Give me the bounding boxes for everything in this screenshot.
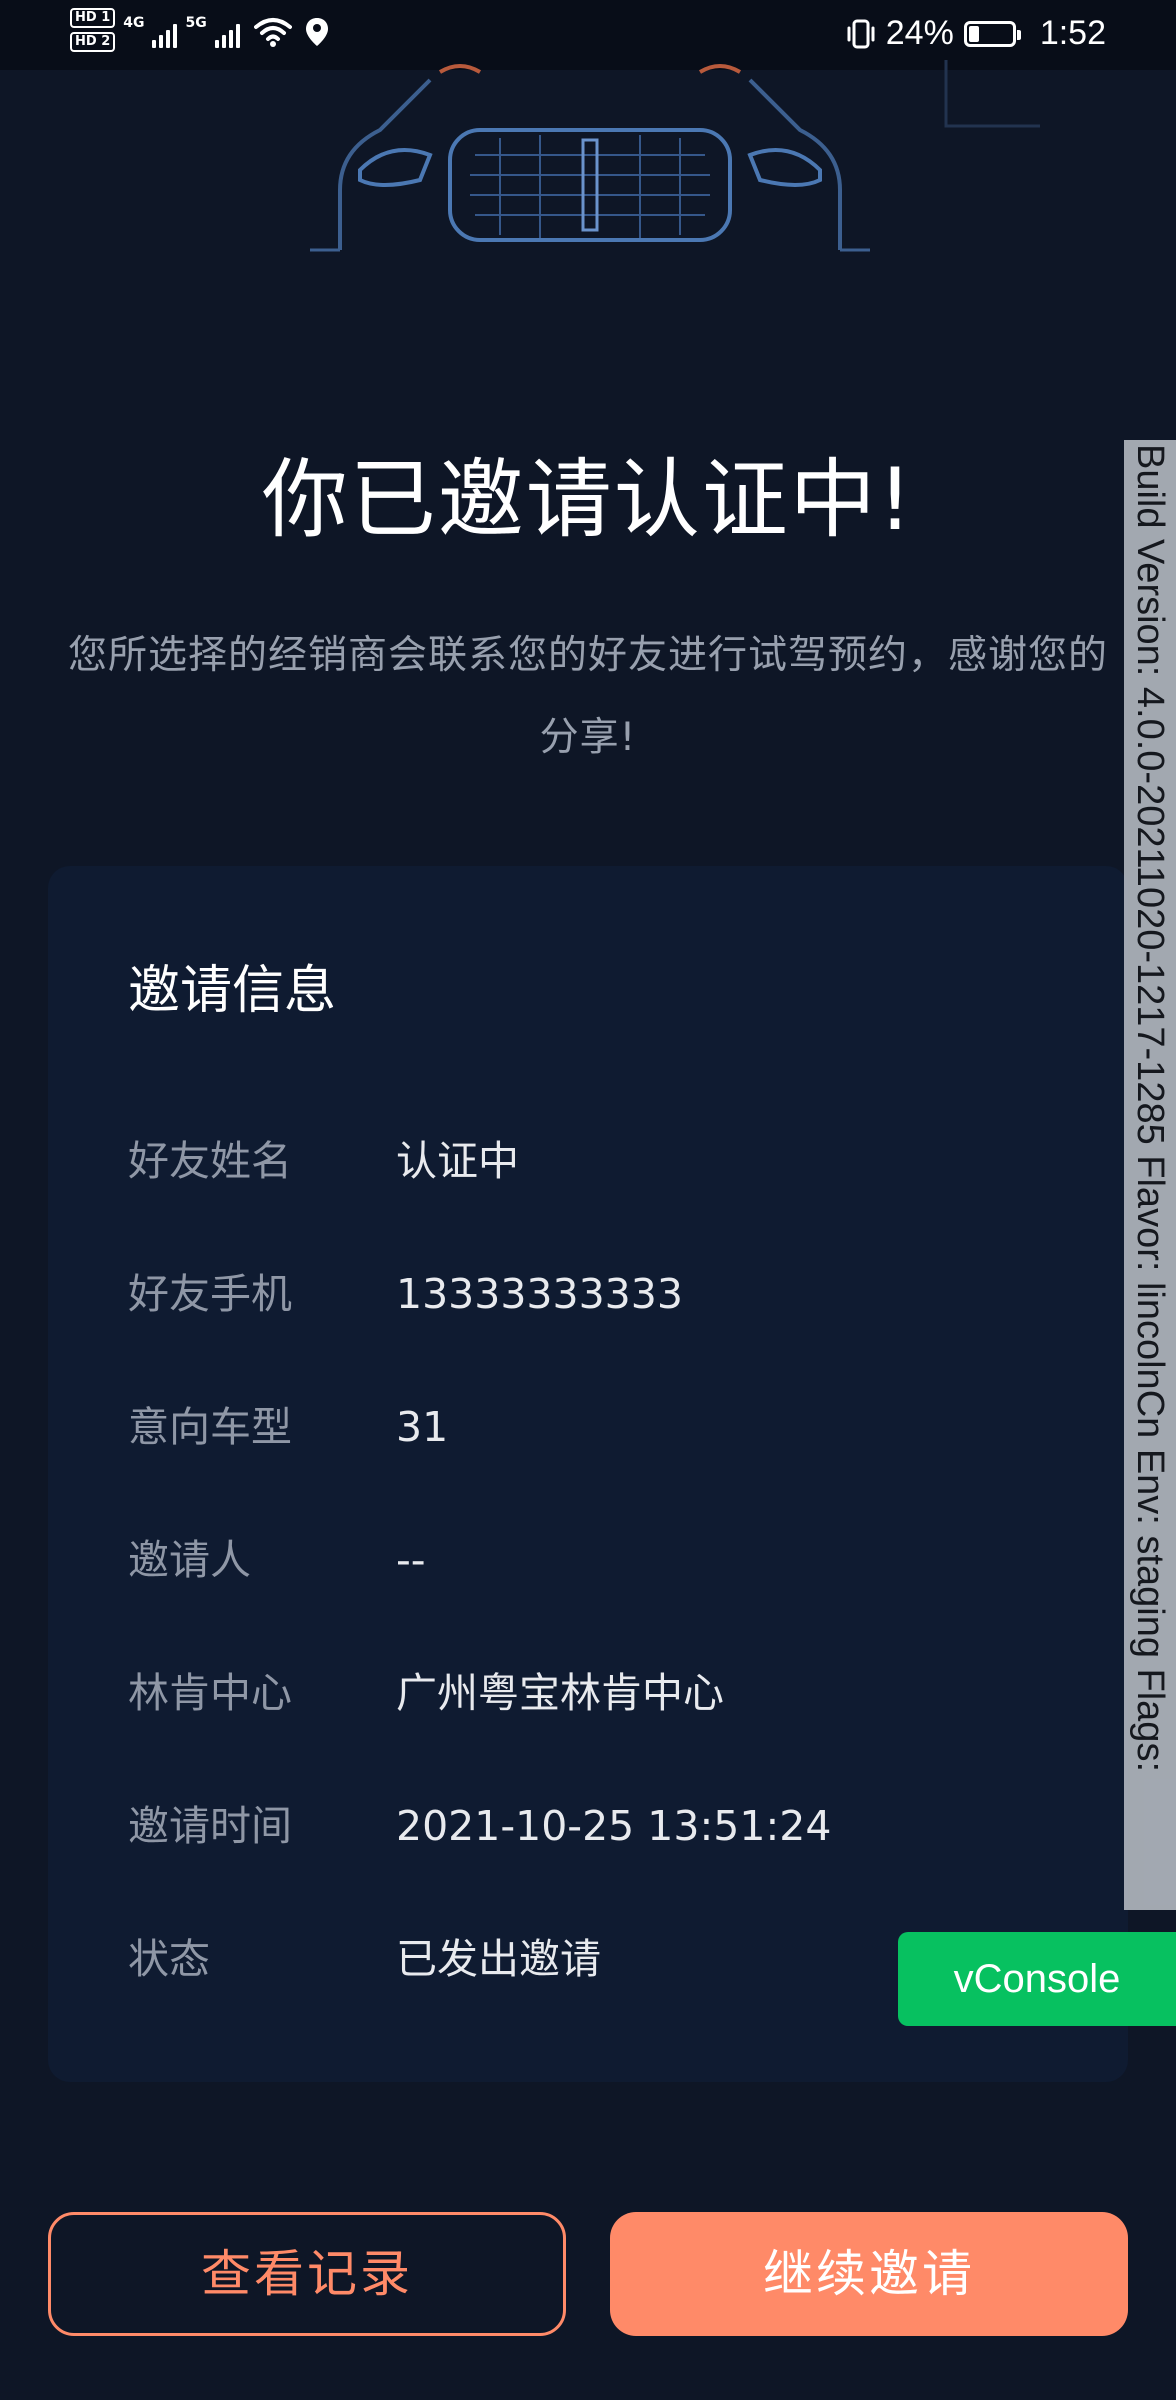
build-version-text: Build Version: 4.0.0-20211020-1217-1285 … [1129, 444, 1171, 1772]
info-label: 状态 [128, 1935, 210, 1983]
location-icon [305, 18, 328, 46]
hd2-badge: HD 2 [70, 32, 116, 52]
battery-fill [968, 25, 979, 42]
status-left: HD 1 HD 2 4G 5G [70, 8, 330, 52]
vconsole-button[interactable]: vConsole [898, 1932, 1176, 2026]
info-label: 好友姓名 [128, 1137, 292, 1185]
battery-percent: 24% [885, 14, 954, 52]
info-row-status: 状态 已发出邀请 [128, 1929, 1028, 1989]
info-row-friend-phone: 好友手机 13333333333 [128, 1264, 1028, 1324]
view-records-button[interactable]: 查看记录 [48, 2212, 566, 2336]
car-illustration [310, 64, 870, 252]
network-type-1: 4G [123, 15, 145, 31]
info-label: 邀请人 [128, 1536, 251, 1584]
info-row-friend-name: 好友姓名 认证中 [128, 1131, 1028, 1191]
info-value: 2021-10-25 13:51:24 [396, 1802, 832, 1850]
battery-icon [963, 20, 1021, 47]
info-value: 13333333333 [396, 1270, 683, 1318]
continue-invite-button[interactable]: 继续邀请 [610, 2212, 1128, 2336]
info-value: 认证中 [396, 1137, 519, 1185]
status-value: 已发出邀请 [396, 1935, 601, 1983]
info-row-dealer: 林肯中心 广州粤宝林肯中心 [128, 1663, 1028, 1723]
signal-strength-icon [214, 22, 240, 48]
info-row-invite-time: 邀请时间 2021-10-25 13:51:24 [128, 1796, 1028, 1856]
page-subtitle: 您所选择的经销商会联系您的好友进行试驾预约，感谢您的分享! [67, 633, 1108, 760]
info-row-car-model: 意向车型 31 [128, 1397, 1028, 1457]
status-right: 24% 1:52 [846, 14, 1106, 53]
info-label: 意向车型 [128, 1403, 292, 1451]
info-value: -- [396, 1536, 426, 1584]
card-title: 邀请信息 [128, 961, 337, 1021]
signal-strength-icon [152, 22, 178, 48]
info-value: 31 [396, 1403, 449, 1451]
info-value: 广州粤宝林肯中心 [396, 1669, 724, 1717]
build-version-strip: Build Version: 4.0.0-20211020-1217-1285 … [1124, 440, 1176, 1910]
clock: 1:52 [1039, 14, 1106, 52]
hd-indicators: HD 1 HD 2 [70, 8, 116, 52]
hd1-badge: HD 1 [70, 8, 116, 28]
network-type-2: 5G [185, 15, 207, 31]
page-title: 你已邀请认证中! [261, 450, 915, 550]
vibrate-icon [847, 19, 875, 48]
info-label: 邀请时间 [128, 1802, 292, 1850]
invitation-info-card: 邀请信息 好友姓名 认证中 好友手机 13333333333 意向车型 31 邀… [48, 866, 1128, 2082]
wifi-icon [253, 18, 292, 47]
info-row-inviter: 邀请人 -- [128, 1530, 1028, 1590]
info-label: 好友手机 [128, 1270, 292, 1318]
info-label: 林肯中心 [128, 1669, 292, 1717]
decoration-icon [944, 60, 1040, 128]
